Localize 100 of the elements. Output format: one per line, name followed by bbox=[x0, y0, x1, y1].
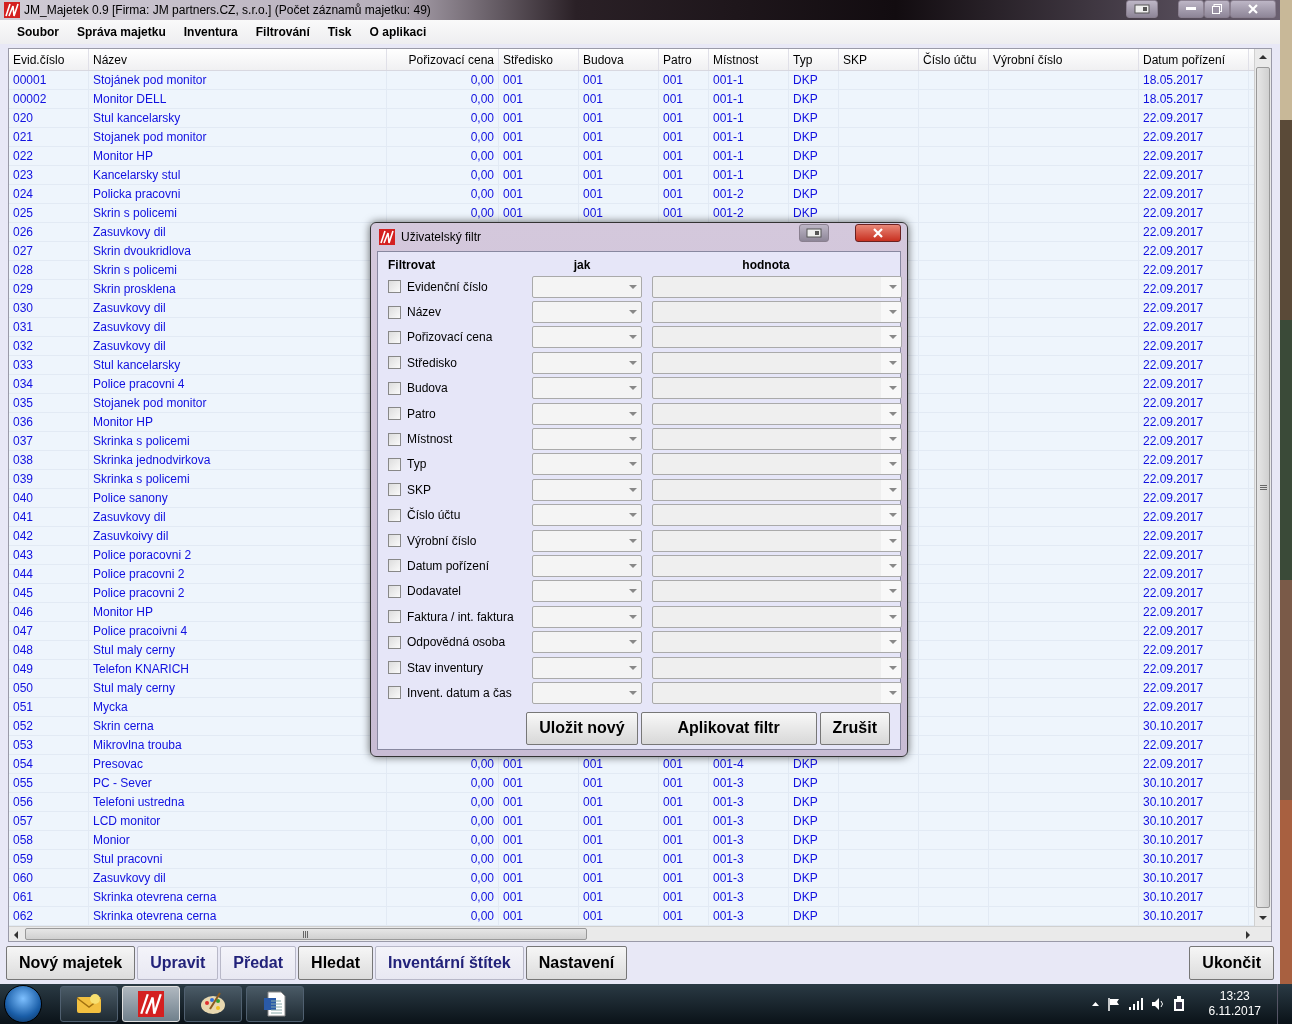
value-dropdown[interactable] bbox=[652, 478, 902, 501]
operator-dropdown[interactable] bbox=[532, 453, 642, 476]
horizontal-scrollbar[interactable] bbox=[9, 926, 1271, 941]
checkbox[interactable] bbox=[388, 686, 401, 700]
column-header[interactable]: Místnost bbox=[709, 49, 789, 70]
checkbox[interactable] bbox=[388, 356, 401, 370]
checkbox[interactable] bbox=[388, 534, 401, 548]
value-dropdown[interactable] bbox=[652, 402, 902, 425]
checkbox[interactable] bbox=[388, 584, 401, 598]
clock[interactable]: 13:23 6.11.2017 bbox=[1208, 989, 1261, 1019]
menu-item[interactable]: Inventura bbox=[174, 25, 247, 39]
flag-icon[interactable] bbox=[1106, 997, 1121, 1011]
minimize-button[interactable] bbox=[1178, 0, 1204, 18]
action-button[interactable]: Nastavení bbox=[525, 946, 628, 980]
operator-dropdown[interactable] bbox=[532, 605, 642, 628]
taskbar-button[interactable] bbox=[246, 986, 304, 1022]
value-dropdown[interactable] bbox=[652, 656, 902, 679]
operator-dropdown[interactable] bbox=[532, 529, 642, 552]
battery-icon[interactable] bbox=[1172, 996, 1185, 1012]
operator-dropdown[interactable] bbox=[532, 631, 642, 654]
value-dropdown[interactable] bbox=[652, 555, 902, 577]
column-header[interactable]: Název bbox=[89, 49, 387, 70]
operator-dropdown[interactable] bbox=[532, 275, 642, 298]
value-dropdown[interactable] bbox=[652, 504, 902, 527]
operator-dropdown[interactable] bbox=[532, 656, 642, 679]
checkbox[interactable] bbox=[388, 407, 401, 421]
value-dropdown[interactable] bbox=[652, 580, 902, 603]
grip-icon[interactable] bbox=[303, 930, 309, 938]
operator-dropdown[interactable] bbox=[532, 301, 642, 324]
taskbar-button[interactable] bbox=[60, 986, 118, 1022]
exit-button[interactable]: Ukončit bbox=[1189, 946, 1274, 980]
checkbox[interactable] bbox=[388, 330, 401, 344]
column-header[interactable]: Typ bbox=[789, 49, 839, 70]
operator-dropdown[interactable] bbox=[532, 681, 642, 704]
checkbox[interactable] bbox=[388, 610, 401, 624]
operator-dropdown[interactable] bbox=[532, 351, 642, 374]
operator-dropdown[interactable] bbox=[532, 402, 642, 425]
start-button[interactable] bbox=[4, 985, 42, 1023]
operator-dropdown[interactable] bbox=[532, 580, 642, 603]
window-switch-button[interactable] bbox=[799, 224, 829, 242]
menu-item[interactable]: Správa majetku bbox=[68, 25, 175, 39]
operator-dropdown[interactable] bbox=[532, 326, 642, 349]
operator-dropdown[interactable] bbox=[532, 478, 642, 501]
dialog-button[interactable]: Zrušit bbox=[819, 711, 890, 745]
column-header[interactable]: Budova bbox=[579, 49, 659, 70]
column-header[interactable]: SKP bbox=[839, 49, 919, 70]
value-dropdown[interactable] bbox=[652, 301, 902, 324]
dialog-button[interactable]: Uložit nový bbox=[526, 711, 638, 745]
dialog-button[interactable]: Aplikovat filtr bbox=[640, 711, 817, 745]
checkbox[interactable] bbox=[388, 635, 401, 649]
menu-item[interactable]: O aplikaci bbox=[360, 25, 436, 39]
maximize-button[interactable] bbox=[1204, 0, 1230, 18]
checkbox[interactable] bbox=[388, 483, 401, 497]
column-header[interactable]: Číslo účtu bbox=[919, 49, 989, 70]
column-header[interactable]: Datum pořízení bbox=[1139, 49, 1249, 70]
taskbar-button[interactable] bbox=[184, 986, 242, 1022]
checkbox[interactable] bbox=[388, 280, 401, 294]
arrow-up-icon[interactable] bbox=[1259, 55, 1267, 59]
value-dropdown[interactable] bbox=[652, 631, 902, 654]
value-dropdown[interactable] bbox=[652, 681, 902, 704]
window-switch-button[interactable] bbox=[1126, 0, 1158, 18]
caret-up-icon[interactable] bbox=[1091, 1002, 1099, 1006]
checkbox[interactable] bbox=[388, 661, 401, 675]
value-dropdown[interactable] bbox=[652, 605, 902, 628]
value-dropdown[interactable] bbox=[652, 275, 902, 298]
close-button[interactable] bbox=[855, 224, 901, 242]
column-header[interactable]: Výrobní číslo bbox=[989, 49, 1139, 70]
arrow-down-icon[interactable] bbox=[1259, 916, 1267, 920]
operator-dropdown[interactable] bbox=[532, 555, 642, 577]
value-dropdown[interactable] bbox=[652, 529, 902, 552]
action-button[interactable]: Upravit bbox=[137, 946, 219, 980]
value-dropdown[interactable] bbox=[652, 377, 902, 400]
checkbox[interactable] bbox=[388, 508, 401, 522]
menu-item[interactable]: Soubor bbox=[8, 25, 68, 39]
menu-item[interactable]: Filtrování bbox=[246, 25, 319, 39]
signal-icon[interactable] bbox=[1128, 998, 1143, 1010]
checkbox[interactable] bbox=[388, 432, 401, 446]
vertical-scrollbar[interactable] bbox=[1254, 49, 1271, 926]
action-button[interactable]: Předat bbox=[220, 946, 297, 980]
arrow-right-icon[interactable] bbox=[1246, 931, 1250, 939]
operator-dropdown[interactable] bbox=[532, 504, 642, 527]
grip-icon[interactable] bbox=[1259, 484, 1267, 491]
value-dropdown[interactable] bbox=[652, 428, 902, 451]
column-header[interactable]: Patro bbox=[659, 49, 709, 70]
checkbox[interactable] bbox=[388, 559, 401, 573]
value-dropdown[interactable] bbox=[652, 326, 902, 349]
checkbox[interactable] bbox=[388, 381, 401, 395]
action-button[interactable]: Nový majetek bbox=[6, 946, 136, 980]
checkbox[interactable] bbox=[388, 305, 401, 319]
arrow-left-icon[interactable] bbox=[14, 931, 18, 939]
action-button[interactable]: Hledat bbox=[298, 946, 373, 980]
operator-dropdown[interactable] bbox=[532, 428, 642, 451]
menu-item[interactable]: Tisk bbox=[318, 25, 361, 39]
column-header[interactable]: Středisko bbox=[499, 49, 579, 70]
operator-dropdown[interactable] bbox=[532, 377, 642, 400]
value-dropdown[interactable] bbox=[652, 453, 902, 476]
action-button[interactable]: Inventární štítek bbox=[375, 946, 524, 980]
column-header[interactable]: Evid.číslo bbox=[9, 49, 89, 70]
checkbox[interactable] bbox=[388, 457, 401, 471]
column-header[interactable]: Pořizovací cena bbox=[387, 49, 499, 70]
